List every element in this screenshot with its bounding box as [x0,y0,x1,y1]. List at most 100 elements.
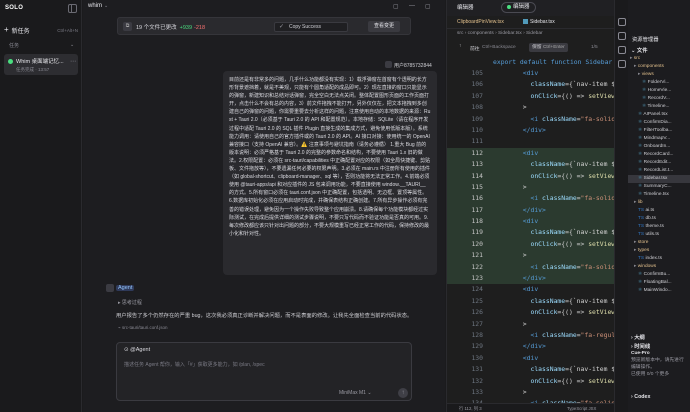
code-text: onClick={() => setView [530,308,616,317]
code-line[interactable]: 111 [447,136,615,147]
tree-file[interactable]: TS index.ts [628,255,690,263]
tree-folder[interactable]: lib [628,199,690,207]
code-line[interactable]: 112 <div [447,147,615,160]
tree-file[interactable]: ⚛ Timeline... [628,103,690,111]
code-line[interactable]: 126 onClick={() => setView [447,307,615,318]
git-icon[interactable] [618,46,626,54]
search-icon[interactable] [618,32,626,40]
chat-input[interactable]: ⊙ @Agent 描述任务 Agent 帮你，输入「#」获取更多能力，如 /pl… [116,342,412,401]
code-line[interactable]: 116 <i className="fa-solid [447,193,615,205]
code-line[interactable]: 128 <i className="fa-regula [447,330,619,341]
tree-file[interactable]: ⚛ Sidebar.tsx [628,175,690,183]
tree-file[interactable]: ⚛ MindmapV... [628,135,690,143]
code-line[interactable]: 108 > [447,102,615,113]
tree-folder[interactable]: components [628,63,690,71]
tree-file[interactable]: ⚛ SummaryC... [628,183,690,191]
tree-file[interactable]: TS theme.ts [628,223,690,231]
tree-file[interactable]: ⚛ RecordV... [628,95,690,103]
collapse-sidebar-icon[interactable] [68,4,77,13]
timeline-section[interactable]: › 时间线 [631,342,650,350]
code-line[interactable]: 133 > [447,387,615,398]
new-task-button[interactable]: + 新任务 Ctrl+Alt+N [4,24,78,36]
code-line[interactable]: 122 <i className="fa-solid [447,261,615,274]
code-line[interactable]: 125 className={`nav-item $ [447,296,615,307]
code-editor: 编辑器 编辑器 ClipboardPinView.tsx Sidebar.tsx… [446,0,619,412]
extensions-icon[interactable] [618,60,626,68]
keep-button[interactable]: 保留 Ctrl+Enter [529,43,568,52]
chevron-down-icon[interactable]: ⌄ [70,42,74,48]
code-line[interactable]: 119 className={`nav-item $ [447,227,615,239]
code-line[interactable]: 127 > [447,319,615,330]
tree-folder[interactable]: src [628,55,690,63]
codex-section[interactable]: › Codex [631,394,650,400]
view-changes-button[interactable]: 查看变更 [368,21,400,32]
file-tab-sidebar[interactable]: Sidebar.tsx [523,19,555,25]
tree-file[interactable]: ⚛ ConfirmDia... [628,119,690,127]
send-icon[interactable]: ↑ [398,388,408,398]
files-icon[interactable] [618,18,626,26]
tree-file[interactable]: ⚛ MainWindo... [628,287,690,295]
task-item[interactable]: Whim 桌面端记忆... 任务完成 · 13:57 ⋯ [4,54,78,75]
status-language[interactable]: TypeScript JSX [567,406,596,411]
code-line[interactable]: 105 <div [447,68,615,79]
thinking-toggle[interactable]: ▸ 思考过程 [118,299,142,306]
tree-file[interactable]: TS utils.ts [628,231,690,239]
code-lines[interactable]: 105 <div 106 className={`nav-item $107 on… [447,68,619,410]
code-line[interactable]: 114 onClick={() => setView [447,170,615,182]
code-line[interactable]: 118 <div [447,216,615,228]
status-position[interactable]: 行 112, 列 3 [459,406,482,412]
tab-editor-active[interactable]: 编辑器 [501,2,536,13]
outline-section[interactable]: › 大纲 [631,333,645,341]
code-line[interactable]: 121 > [447,250,615,262]
tree-file[interactable]: ⚛ FolderVi... [628,79,690,87]
code-line[interactable]: 123 </div> [447,273,615,285]
file-tab-clipboard[interactable]: ClipboardPinView.tsx [457,19,504,25]
code-line[interactable]: 132 onClick={() => setView [447,376,615,387]
copy-success-button[interactable]: Copy Success [274,22,348,32]
tree-file[interactable]: ⚛ HomeVie... [628,87,690,95]
code-line[interactable]: 115 > [447,181,615,194]
tree-folder[interactable]: types [628,247,690,255]
tree-file[interactable]: TS db.ts [628,215,690,223]
line-number: 125 [471,296,483,305]
tree-file[interactable]: TS ai.ts [628,207,690,215]
code-line[interactable]: 110 </div> [447,125,615,136]
model-selector[interactable]: MiniMax M1 ⌄ [339,390,372,396]
breadcrumb[interactable]: src › components › Sidebar.tsx › Sidebar [457,31,543,36]
maximize-icon[interactable]: ▢ [425,3,431,10]
more-icon[interactable]: ⋯ [70,58,76,65]
tree-file[interactable]: ⚛ Timeline.tsx [628,191,690,199]
tree-file[interactable]: ⚛ RecordList.t... [628,167,690,175]
tree-file[interactable]: ⚛ OnboardIn... [628,143,690,151]
file-reference[interactable]: ⌁ src-tauri/tauri.conf.json [118,325,168,331]
chat-title[interactable]: whim ⌄ [88,3,108,9]
code-line[interactable]: 117 </div> [447,204,615,217]
code-line[interactable]: 109 <i className="fa-solid [447,114,615,125]
tree-file[interactable]: ⚛ FilterToolba... [628,127,690,135]
prev-button[interactable]: 前往 [470,45,480,52]
tree-folder[interactable]: views [628,71,690,79]
code-line[interactable]: 124 <div [447,284,615,295]
tree-file[interactable]: ⚛ AIPanel.tsx [628,111,690,119]
minimize-icon[interactable]: — [409,3,415,9]
agent-mention[interactable]: ⊙ @Agent [124,347,150,353]
code-line[interactable]: 106 className={`nav-item $ [447,79,615,90]
split-icon[interactable]: ▢ [393,3,399,10]
line-number: 118 [471,217,483,226]
code-line[interactable]: 130 <div [447,353,615,364]
code-line[interactable]: 129 </div> [447,341,615,352]
tree-label: RecordEdit... [643,160,672,165]
tree-file[interactable]: ⚛ ConfirmBu... [628,271,690,279]
tree-folder[interactable]: windows [628,263,690,271]
code-line[interactable]: 120 onClick={() => setView [447,238,615,251]
code-line[interactable]: 107 onClick={() => setView [447,91,615,102]
tree-file[interactable]: ⚛ RecordCard... [628,151,690,159]
code-line[interactable]: 131 className={`nav-item $ [447,364,615,375]
tree-file[interactable]: ⚛ RecordEdit... [628,159,690,167]
files-section[interactable]: ⌄ 文件 [631,46,648,54]
code-line[interactable]: 113 className={`nav-item $ [447,159,615,171]
tree-folder[interactable]: store [628,239,690,247]
tree-file[interactable]: ⚛ FloatingBal... [628,279,690,287]
arrow-up-icon[interactable]: ↑ [459,44,461,49]
tab-editor[interactable]: 编辑器 [457,3,474,11]
